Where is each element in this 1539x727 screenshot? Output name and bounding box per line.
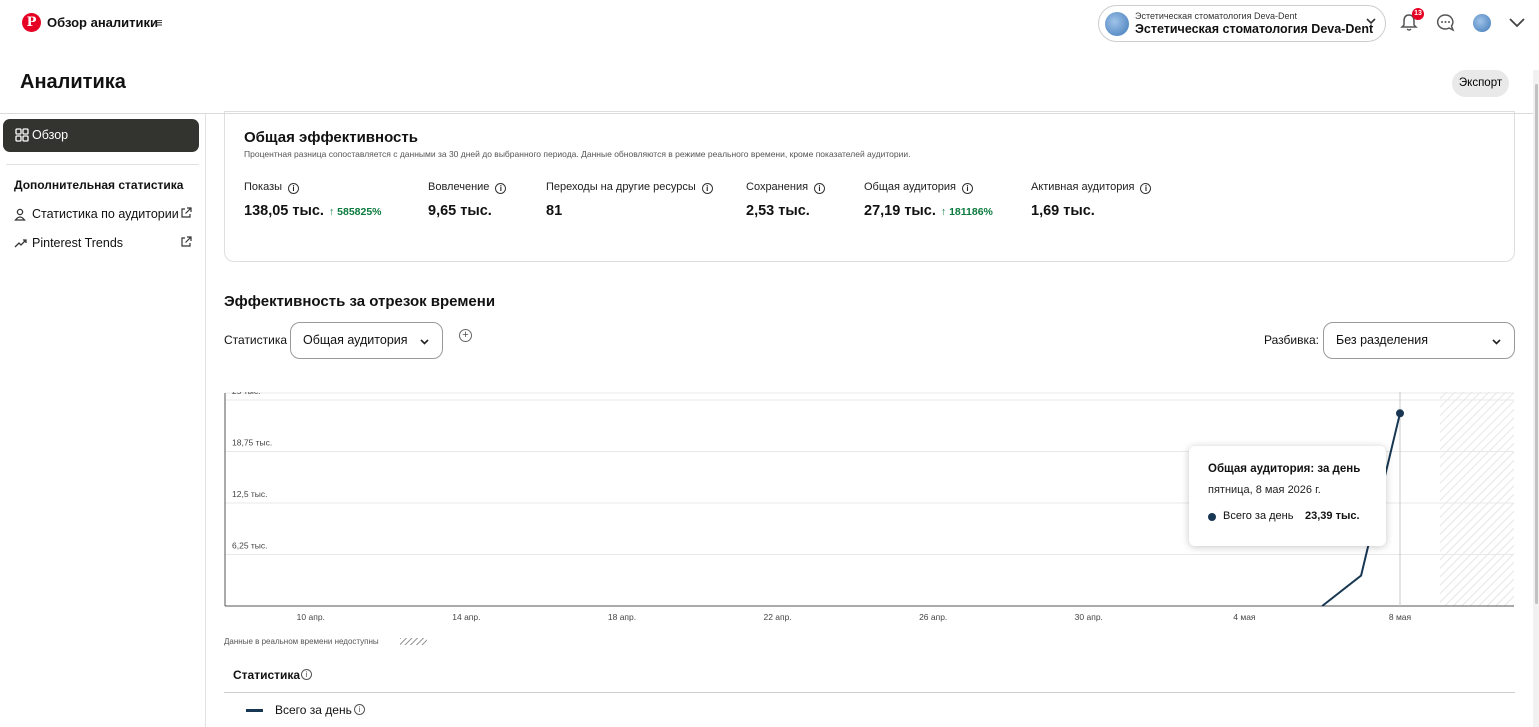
metric-change: ↑ 181186% xyxy=(940,206,993,218)
pinterest-logo-icon[interactable]: P xyxy=(22,13,41,32)
metric-label: Показы xyxy=(244,181,283,193)
info-icon[interactable]: i xyxy=(1140,183,1152,194)
metric-value: 9,65 тыс. xyxy=(428,203,492,219)
sidebar-section-title: Дополнительная статистика xyxy=(14,178,184,192)
tooltip-title: Общая аудитория: за день xyxy=(1208,463,1361,475)
chevron-down-icon xyxy=(1492,339,1501,345)
stats-table-header: Статистика xyxy=(233,668,301,682)
breakdown-label: Разбивка: xyxy=(1264,333,1319,347)
divider xyxy=(224,692,1515,693)
legend-label: Всего за день xyxy=(275,703,352,717)
chart-tooltip: Общая аудитория: за день пятница, 8 мая … xyxy=(1189,446,1386,546)
series-dot xyxy=(1208,513,1216,521)
x-tick-label: 22 апр. xyxy=(763,612,791,622)
metric-change: ↑ 585825% xyxy=(328,206,382,218)
realtime-note: Данные в реальном времени недоступны xyxy=(224,637,379,646)
metric-label: Активная аудитория xyxy=(1031,181,1135,193)
legend-swatch xyxy=(246,709,263,712)
divider xyxy=(6,164,199,165)
chevron-down-icon[interactable] xyxy=(1508,17,1526,29)
info-icon[interactable]: i xyxy=(961,183,973,194)
section-title: Эффективность за отрезок времени xyxy=(224,293,496,310)
hatch-legend-swatch xyxy=(400,638,427,645)
sidebar-item-label: Статистика по аудитории xyxy=(32,207,179,221)
x-tick-label: 26 апр. xyxy=(919,612,947,622)
sidebar: Обзор Дополнительная статистика Статисти… xyxy=(0,114,206,727)
sidebar-item-audience[interactable]: Статистика по аудитории xyxy=(14,206,192,224)
grid-icon xyxy=(15,128,29,142)
metric-active-audience[interactable]: Активная аудитория i 1,69 тыс. xyxy=(1031,181,1152,219)
breakdown-select[interactable]: Без разделения xyxy=(1323,322,1515,359)
metric-label: Вовлечение xyxy=(428,181,490,193)
metric-outbound-clicks[interactable]: Переходы на другие ресурсы i 81 xyxy=(546,181,713,219)
y-tick-label: 25 тыс. xyxy=(232,392,260,396)
export-button[interactable]: Экспорт xyxy=(1452,70,1509,97)
tooltip-date: пятница, 8 мая 2026 г. xyxy=(1208,484,1321,496)
trend-icon xyxy=(14,239,27,248)
info-icon[interactable]: i xyxy=(814,183,826,194)
account-avatar xyxy=(1105,12,1129,36)
x-tick-label: 14 апр. xyxy=(452,612,480,622)
metric-total-audience[interactable]: Общая аудитория i 27,19 тыс. ↑ 181186% xyxy=(864,181,993,219)
page-title: Аналитика xyxy=(20,71,126,93)
app-title[interactable]: Обзор аналитики xyxy=(47,15,158,30)
metric-value: 27,19 тыс. xyxy=(864,203,936,219)
x-tick-label: 10 апр. xyxy=(297,612,325,622)
metric-select-label: Статистика xyxy=(224,333,288,347)
metric-value: 81 xyxy=(546,203,563,219)
metric-select[interactable]: Общая аудитория xyxy=(290,322,443,359)
external-link-icon xyxy=(181,207,192,218)
y-tick-label: 12,5 тыс. xyxy=(232,489,268,499)
select-value: Без разделения xyxy=(1336,333,1429,347)
person-icon xyxy=(14,208,26,221)
info-icon[interactable]: i xyxy=(701,183,713,194)
account-switcher[interactable]: Эстетическая стоматология Deva-Dent Эсте… xyxy=(1098,5,1386,42)
x-tick-label: 8 мая xyxy=(1389,612,1412,622)
top-bar: P Обзор аналитики ≡ Эстетическая стомато… xyxy=(0,0,1539,50)
metric-label: Переходы на другие ресурсы xyxy=(546,181,696,193)
sidebar-item-label: Pinterest Trends xyxy=(32,236,124,250)
metric-value: 138,05 тыс. xyxy=(244,203,324,219)
account-name: Эстетическая стоматология Deva-Dent xyxy=(1135,22,1374,36)
x-tick-label: 4 мая xyxy=(1233,612,1256,622)
metric-label: Общая аудитория xyxy=(864,181,956,193)
sidebar-item-trends[interactable]: Pinterest Trends xyxy=(14,235,192,253)
account-small-name: Эстетическая стоматология Deva-Dent xyxy=(1135,11,1297,21)
metric-engagement[interactable]: Вовлечение i 9,65 тыс. xyxy=(428,181,507,219)
y-tick-label: 6,25 тыс. xyxy=(232,541,268,551)
unavailable-data-region xyxy=(1440,392,1514,606)
sidebar-item-overview[interactable]: Обзор xyxy=(3,119,199,152)
metric-value: 2,53 тыс. xyxy=(746,203,810,219)
chat-icon[interactable] xyxy=(1436,13,1455,32)
data-point xyxy=(1396,409,1404,418)
metric-value: 1,69 тыс. xyxy=(1031,203,1095,219)
info-icon[interactable]: i xyxy=(288,183,300,194)
user-avatar[interactable] xyxy=(1473,14,1491,32)
y-tick-label: 18,75 тыс. xyxy=(232,438,272,448)
card-subtitle: Процентная разница сопоставляется с данн… xyxy=(244,149,911,159)
metric-impressions[interactable]: Показы i 138,05 тыс. ↑ 585825% xyxy=(244,181,382,219)
info-icon[interactable]: i xyxy=(354,704,365,715)
x-tick-label: 18 апр. xyxy=(608,612,636,622)
external-link-icon xyxy=(181,236,192,247)
overall-performance-card: Общая эффективность Процентная разница с… xyxy=(224,111,1515,262)
scrollbar-thumb[interactable] xyxy=(1535,84,1538,604)
menu-icon[interactable]: ≡ xyxy=(155,15,163,30)
tooltip-value: 23,39 тыс. xyxy=(1305,510,1360,522)
chevron-down-icon xyxy=(420,339,429,345)
chevron-down-icon xyxy=(1366,18,1376,25)
info-icon[interactable]: i xyxy=(495,183,507,194)
tooltip-series-label: Всего за день xyxy=(1223,510,1294,522)
metric-label: Сохранения xyxy=(746,181,809,193)
add-metric-button[interactable]: + xyxy=(459,329,472,342)
card-title: Общая эффективность xyxy=(244,129,418,146)
select-value: Общая аудитория xyxy=(303,333,408,347)
sidebar-item-label: Обзор xyxy=(32,128,69,142)
x-tick-label: 30 апр. xyxy=(1075,612,1103,622)
info-icon[interactable]: i xyxy=(301,669,312,680)
notification-badge: 13 xyxy=(1412,8,1424,20)
metric-saves[interactable]: Сохранения i 2,53 тыс. xyxy=(746,181,826,219)
